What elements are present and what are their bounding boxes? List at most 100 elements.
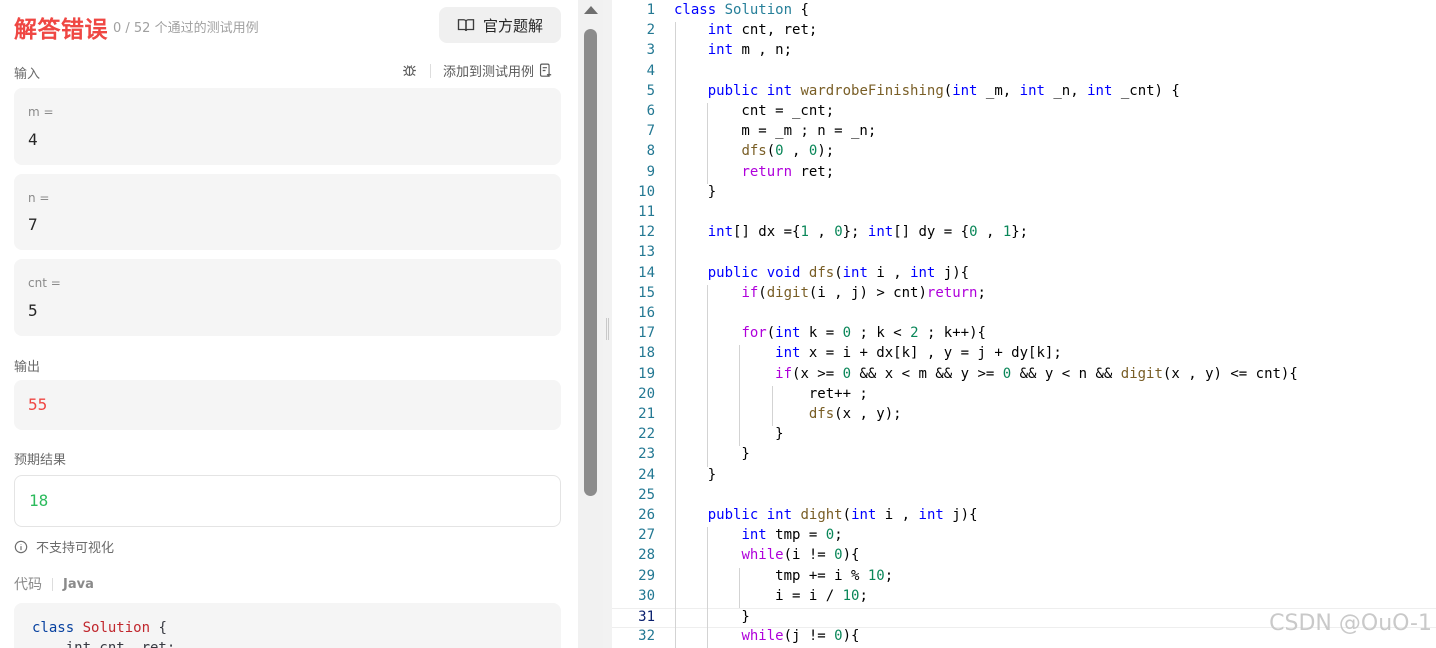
scrollbar-thumb[interactable] [584, 29, 597, 496]
debug-bug-icon[interactable] [401, 62, 418, 79]
code-line: int cnt, ret; [32, 640, 176, 648]
editor-line[interactable]: 30 i = i / 10; [612, 588, 1436, 608]
code-language: Java [63, 576, 94, 592]
code-line-text: } [674, 466, 717, 483]
line-number: 15 [638, 284, 655, 301]
indent-guide [707, 527, 709, 648]
code-line-text: int tmp = 0; [741, 527, 843, 544]
editor-line[interactable]: 17 for(int k = 0 ; k < 2 ; k++){ [612, 325, 1436, 345]
editor-line[interactable]: 19 if(x >= 0 && x < m && y >= 0 && y < n… [612, 366, 1436, 386]
code-line-text: } [674, 183, 717, 200]
editor-line[interactable]: 5 public int wardrobeFinishing(int _m, i… [612, 83, 1436, 103]
code-line-text: if(digit(i , j) > cnt)return; [741, 284, 986, 301]
line-number: 22 [638, 426, 655, 443]
line-number: 17 [638, 325, 655, 342]
editor-line[interactable]: 24 } [612, 467, 1436, 487]
editor-line[interactable]: 18 int x = i + dx[k] , y = j + dy[k]; [612, 345, 1436, 365]
line-number: 6 [646, 103, 655, 119]
editor-line[interactable]: 20 ret++ ; [612, 386, 1436, 406]
editor-line[interactable]: 23 } [612, 446, 1436, 466]
editor-line[interactable]: 1 class Solution { [612, 2, 1436, 22]
editor-line[interactable]: 27 int tmp = 0; [612, 527, 1436, 547]
line-number: 32 [638, 628, 655, 645]
param-name: n = [28, 191, 50, 205]
code-editor[interactable]: 1 class Solution {2 int cnt, ret; 3 int m … [612, 0, 1436, 648]
editor-line[interactable]: 8 dfs(0 , 0); [612, 143, 1436, 163]
editor-line[interactable]: 22 } [612, 426, 1436, 446]
editor-line[interactable]: 13 [612, 244, 1436, 264]
output-section-label: 输出 [14, 360, 41, 375]
editor-line[interactable]: 2 int cnt, ret; [612, 22, 1436, 42]
code-line-text: cnt = _cnt; [674, 103, 835, 119]
param-value: 7 [28, 215, 38, 234]
code-line-text: dfs(0 , 0); [741, 143, 835, 160]
indent-guide [739, 345, 741, 447]
visualization-text: 不支持可视化 [36, 541, 115, 556]
visualization-notice: 不支持可视化 [14, 537, 114, 556]
code-line-text: int cnt, ret; [707, 22, 818, 39]
input-param-cnt: cnt = 5 [14, 259, 561, 336]
editor-line[interactable]: 26 public int dight(int i , int j){ [612, 507, 1436, 527]
code-line-text: } [674, 609, 750, 625]
info-icon [14, 540, 28, 553]
input-param-m: m = 4 [14, 88, 561, 165]
code-class-name: Solution [82, 620, 151, 636]
line-number: 9 [646, 163, 655, 180]
indent-guide [707, 284, 709, 467]
testcases-passed-count: 0 / 52 个通过的测试用例 [113, 21, 259, 36]
drag-handle-icon[interactable] [606, 318, 609, 340]
editor-line[interactable]: 15 if(digit(i , j) > cnt)return; [612, 285, 1436, 305]
code-keyword: class [32, 620, 75, 636]
official-solution-button[interactable]: 官方题解 [439, 7, 561, 43]
editor-line[interactable]: 21 dfs(x , y); [612, 406, 1436, 426]
line-number: 2 [646, 22, 655, 39]
editor-line[interactable]: 9 return ret; [612, 164, 1436, 184]
editor-line[interactable]: 14 public void dfs(int i , int j){ [612, 265, 1436, 285]
line-number: 19 [638, 365, 655, 382]
editor-line[interactable]: 16 [612, 305, 1436, 325]
code-line-text: } [674, 426, 784, 443]
line-number: 21 [638, 406, 655, 422]
output-value: 55 [28, 395, 48, 414]
book-open-icon [457, 19, 475, 32]
editor-line[interactable]: 10 } [612, 184, 1436, 204]
line-number: 20 [638, 385, 655, 402]
editor-line[interactable]: 4 [612, 63, 1436, 83]
editor-line[interactable]: 6 cnt = _cnt; [612, 103, 1436, 123]
scroll-up-arrow-icon[interactable] [584, 6, 598, 14]
add-document-icon [539, 63, 552, 77]
editor-line[interactable]: 25 [612, 487, 1436, 507]
line-number: 5 [646, 82, 655, 99]
code-line-text: while(i != 0){ [741, 547, 860, 564]
result-status-title: 解答错误 [14, 17, 108, 43]
line-number: 10 [638, 183, 655, 200]
line-number: 11 [638, 204, 655, 220]
watermark: CSDN @OuO-1 [1269, 611, 1432, 636]
result-panel: 解答错误 0 / 52 个通过的测试用例 官方题解 输入 添加到测试用例 m =… [0, 0, 578, 648]
code-line-text: } [674, 446, 750, 463]
indent-guide [675, 22, 676, 648]
input-section-label: 输入 [14, 67, 41, 82]
editor-line[interactable]: 29 tmp += i % 10; [612, 568, 1436, 588]
editor-line[interactable]: 28 while(i != 0){ [612, 547, 1436, 567]
input-param-n: n = 7 [14, 174, 561, 250]
param-value: 5 [28, 301, 38, 320]
param-value: 4 [28, 130, 38, 149]
editor-line[interactable]: 11 [612, 204, 1436, 224]
editor-line[interactable]: 3 int m , n; [612, 42, 1436, 62]
indent-guide [771, 385, 773, 427]
param-name: m = [28, 105, 54, 119]
line-number: 16 [638, 305, 655, 321]
editor-line[interactable]: 12 int[] dx ={1 , 0}; int[] dy = {0 , 1}… [612, 224, 1436, 244]
line-number: 26 [638, 507, 655, 523]
code-line-text: public int wardrobeFinishing(int _m, int… [707, 82, 1180, 99]
input-toolbar: 添加到测试用例 [401, 61, 554, 80]
add-to-testcase-button[interactable]: 添加到测试用例 [443, 61, 554, 80]
code-line-text: class Solution { [674, 2, 809, 18]
line-number: 1 [646, 2, 655, 18]
code-line-text: return ret; [741, 163, 835, 180]
line-number: 25 [638, 486, 655, 503]
line-number: 8 [646, 143, 655, 160]
expected-value: 18 [29, 491, 49, 510]
editor-line[interactable]: 7 m = _m ; n = _n; [612, 123, 1436, 143]
